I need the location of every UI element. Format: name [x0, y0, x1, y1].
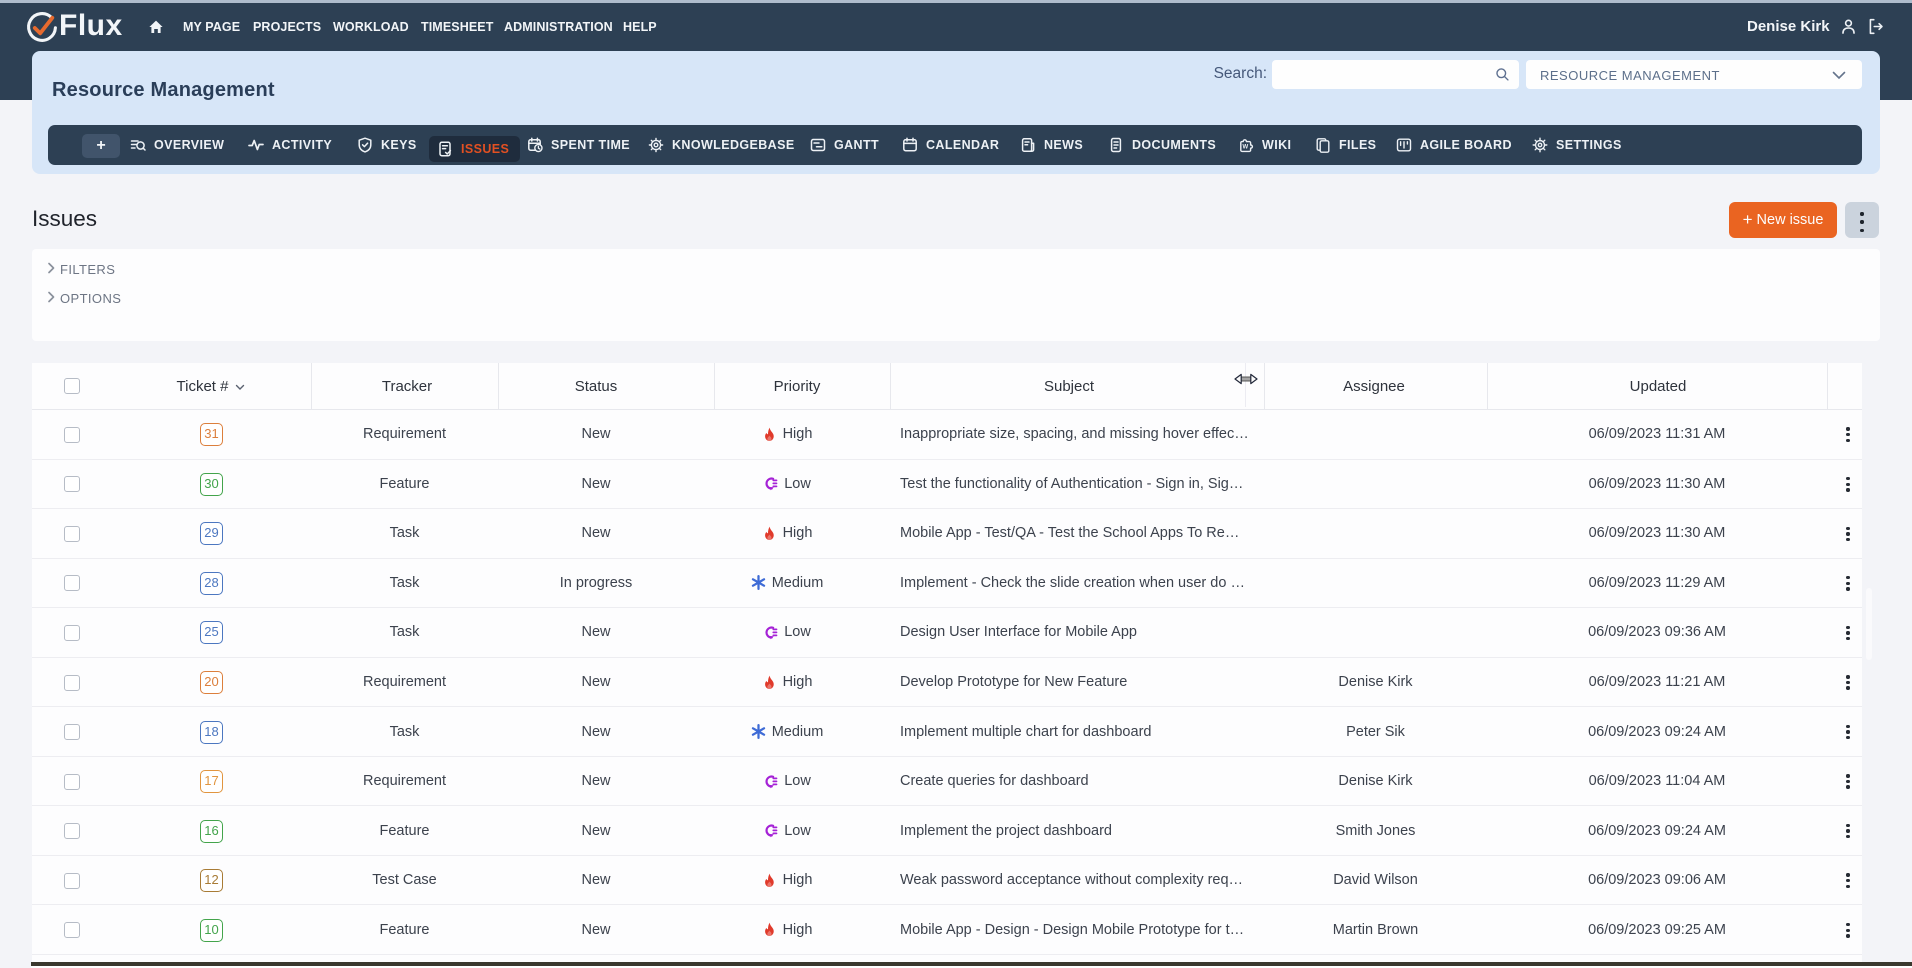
svg-text:W: W [1243, 145, 1249, 151]
